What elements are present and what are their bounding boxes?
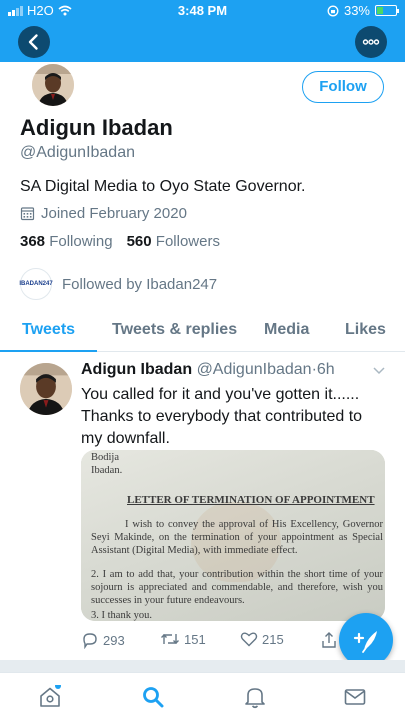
nav-notifications[interactable] [243, 685, 267, 709]
profile-name: Adigun Ibadan [20, 115, 173, 140]
reply-count: 293 [103, 632, 125, 648]
notification-dot [55, 683, 61, 689]
profile-header-banner: H2O 3:48 PM 33% [0, 0, 405, 62]
following-label: Following [49, 233, 113, 250]
heart-icon [240, 632, 258, 647]
status-bar: H2O 3:48 PM 33% [0, 0, 405, 20]
mail-icon [344, 689, 366, 705]
share-icon [322, 632, 336, 648]
home-icon [40, 683, 61, 707]
reply-button[interactable]: 293 [81, 631, 125, 649]
followed-by-label: Followed by Ibadan247 [62, 275, 218, 293]
tab-likes[interactable]: Likes [345, 321, 386, 339]
compose-tweet-button[interactable] [339, 613, 393, 667]
orientation-lock-icon [327, 5, 339, 16]
tweet-image[interactable]: Bodija Ibadan. LETTER OF TERMINATION OF … [81, 450, 385, 621]
followed-by-row[interactable]: IBADAN247 Followed by Ibadan247 [19, 268, 218, 300]
person-photo [32, 64, 74, 106]
letter-paragraph-1: I wish to convey the approval of His Exc… [91, 519, 383, 556]
calendar-icon [20, 207, 35, 221]
reply-icon [83, 633, 97, 649]
more-options-button[interactable] [355, 26, 387, 58]
bottom-navigation [0, 672, 405, 720]
followers-label: Followers [155, 233, 220, 250]
followers-link[interactable]: 560 Followers [127, 233, 220, 250]
bell-icon [245, 688, 265, 709]
like-count: 215 [262, 631, 284, 647]
nav-search[interactable] [141, 685, 165, 709]
profile-bio: SA Digital Media to Oyo State Governor. [20, 178, 306, 195]
letter-from-line2: Ibadan. [91, 465, 123, 476]
active-tab-indicator [0, 350, 97, 352]
back-button[interactable] [18, 26, 50, 58]
follow-counts: 368 Following 560 Followers [20, 233, 220, 250]
person-photo [20, 363, 72, 415]
tab-tweets-and-replies[interactable]: Tweets & replies [112, 321, 237, 339]
letter-paragraph-2: 2. I am to add that, your contribution w… [91, 569, 383, 606]
profile-tabs: Tweets Tweets & replies Media Likes [0, 312, 405, 352]
tweet-actions: 293 151 215 [81, 631, 381, 651]
tweet-age: 6h [316, 361, 335, 378]
retweet-icon [161, 634, 179, 644]
profile-handle: @AdigunIbadan [20, 144, 135, 161]
follower-avatar: IBADAN247 [19, 268, 53, 300]
chevron-left-icon [28, 34, 38, 50]
share-button[interactable] [321, 631, 337, 649]
nav-messages[interactable] [343, 685, 367, 709]
letter-from-line1: Bodija [91, 452, 119, 463]
battery-icon [375, 5, 399, 16]
letter-paragraph-3: 3. I thank you. [91, 610, 152, 621]
tab-tweets[interactable]: Tweets [22, 321, 75, 339]
status-right: 33% [327, 3, 399, 18]
nav-home[interactable] [38, 683, 62, 709]
tweet-header: Adigun Ibadan @AdigunIbadan·6h [81, 361, 335, 379]
timeline-separator [0, 660, 405, 672]
tweet-author-handle: @AdigunIbadan [196, 361, 312, 378]
tweet-author-name: Adigun Ibadan [81, 361, 193, 378]
battery-percent: 33% [343, 3, 370, 18]
compose-feather-icon [353, 631, 377, 653]
tweet-text: You called for it and you've gotten it..… [81, 386, 363, 447]
letter-title: LETTER OF TERMINATION OF APPOINTMENT [127, 494, 375, 506]
chevron-down-icon[interactable] [372, 365, 386, 375]
search-icon [143, 687, 164, 708]
tweet-avatar[interactable] [20, 363, 72, 415]
tab-media[interactable]: Media [264, 321, 309, 339]
joined-label: Joined February 2020 [41, 205, 187, 222]
like-button[interactable]: 215 [240, 631, 284, 647]
joined-date: Joined February 2020 [20, 205, 187, 222]
retweet-count: 151 [184, 631, 206, 647]
following-count: 368 [20, 233, 46, 250]
more-horizontal-icon [362, 39, 380, 45]
battery-fill [377, 7, 383, 14]
followers-count: 560 [126, 233, 152, 250]
retweet-button[interactable]: 151 [160, 631, 206, 647]
following-link[interactable]: 368 Following [20, 233, 113, 250]
letter-from: Bodija Ibadan. [91, 451, 122, 477]
profile-avatar[interactable] [30, 62, 76, 108]
follow-button[interactable]: Follow [302, 71, 384, 103]
